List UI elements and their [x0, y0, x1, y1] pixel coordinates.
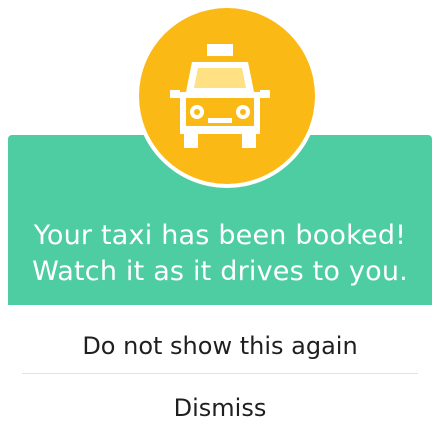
- booking-message: Your taxi has been booked! Watch it as i…: [8, 218, 432, 290]
- dismiss-button[interactable]: Dismiss: [8, 388, 432, 428]
- message-line-1: Your taxi has been booked!: [33, 220, 407, 251]
- message-line-2: Watch it as it drives to you.: [32, 256, 408, 287]
- do-not-show-again-button[interactable]: Do not show this again: [8, 326, 432, 366]
- taxi-booked-dialog: Your taxi has been booked! Watch it as i…: [0, 0, 440, 440]
- divider: [22, 373, 418, 374]
- taxi-icon: [170, 44, 270, 148]
